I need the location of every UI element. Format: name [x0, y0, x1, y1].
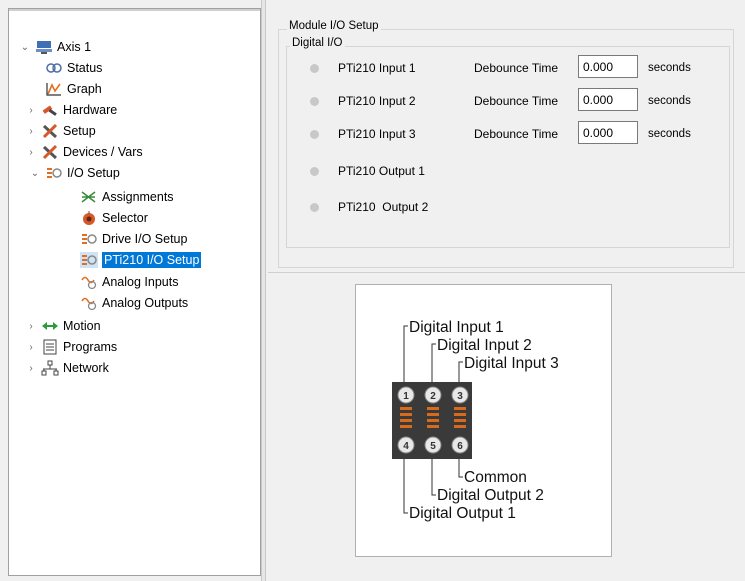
tree-item-label: PTi210 I/O Setup: [102, 252, 202, 268]
common-leader-line: [458, 457, 463, 478]
panel-splitter[interactable]: [261, 0, 266, 581]
graph-icon: [45, 81, 63, 97]
tree-item-axis-1[interactable]: ⌄ Axis 1: [19, 37, 91, 57]
status-icon: [45, 60, 63, 76]
tree-item-label: Drive I/O Setup: [102, 232, 188, 246]
tree-item-label: Analog Inputs: [102, 275, 179, 289]
input-2-unit-label: seconds: [648, 95, 691, 107]
pin-6-number: 6: [457, 441, 463, 452]
output-1-led-icon: [310, 167, 319, 176]
input-2-label: PTi210 Input 2: [338, 94, 416, 108]
chevron-right-icon[interactable]: ›: [25, 105, 37, 116]
pti210-io-icon: [80, 252, 98, 268]
chevron-right-icon[interactable]: ›: [25, 342, 37, 353]
module-io-title: Module I/O Setup: [287, 20, 381, 32]
network-icon: [41, 360, 59, 376]
pin-3-number: 3: [457, 391, 463, 402]
tree-item-label: Setup: [63, 124, 96, 138]
tree-item-programs[interactable]: › Programs: [29, 337, 118, 357]
output-2-label: PTi210 Output 2: [338, 200, 429, 214]
label-digital-output-1: Digital Output 1: [409, 505, 516, 522]
input-1-debounce-field[interactable]: [578, 55, 638, 78]
tree-item-label: Axis 1: [57, 40, 92, 54]
tree-item-analog-inputs[interactable]: Analog Inputs: [80, 272, 178, 292]
output-1-label: PTi210 Output 1: [338, 164, 425, 178]
setup-icon: [41, 123, 59, 139]
tree-item-motion[interactable]: › Motion: [29, 316, 101, 336]
tree-item-label: Selector: [102, 211, 148, 225]
input-1-label: PTi210 Input 1: [338, 61, 416, 75]
tree-item-setup[interactable]: › Setup: [29, 121, 96, 141]
assignments-icon: [80, 189, 98, 205]
tree-item-label: Programs: [63, 340, 118, 354]
tree-item-drive-io-setup[interactable]: Drive I/O Setup: [80, 229, 187, 249]
tree-item-label: Graph: [67, 82, 102, 96]
tree-item-io-setup[interactable]: ⌄ I/O Setup: [29, 163, 120, 183]
tree-item-label: Hardware: [63, 103, 118, 117]
input-2-led-icon: [310, 97, 319, 106]
tree-item-analog-outputs[interactable]: Analog Outputs: [80, 293, 188, 313]
input-2-debounce-field[interactable]: [578, 88, 638, 111]
tree-item-label: Devices / Vars: [63, 145, 143, 159]
selector-icon: [80, 210, 98, 226]
input-1-unit-label: seconds: [648, 62, 691, 74]
analog-inputs-icon: [80, 274, 98, 290]
chevron-right-icon[interactable]: ›: [25, 363, 37, 374]
tree-item-status[interactable]: Status: [45, 58, 102, 78]
hardware-icon: [41, 102, 59, 118]
tree-item-pti210-io-setup[interactable]: PTi210 I/O Setup: [80, 250, 202, 270]
input-1-led-icon: [310, 64, 319, 73]
tree-item-assignments[interactable]: Assignments: [80, 187, 174, 207]
input-2-debounce-label: Debounce Time: [474, 94, 559, 108]
chevron-down-icon[interactable]: ⌄: [29, 168, 41, 179]
input-3-led-icon: [310, 130, 319, 139]
programs-icon: [41, 339, 59, 355]
label-digital-input-2: Digital Input 2: [437, 337, 532, 354]
devices-icon: [41, 144, 59, 160]
chevron-right-icon[interactable]: ›: [25, 126, 37, 137]
pin-4-number: 4: [403, 441, 409, 452]
tree-item-label: Analog Outputs: [102, 296, 189, 310]
input-3-label: PTi210 Input 3: [338, 127, 416, 141]
tree-item-selector[interactable]: Selector: [80, 208, 148, 228]
axis-icon: [35, 39, 53, 55]
analog-outputs-icon: [80, 295, 98, 311]
tree-item-label: Motion: [63, 319, 101, 333]
label-digital-output-2: Digital Output 2: [437, 487, 544, 504]
output-2-led-icon: [310, 203, 319, 212]
label-digital-input-1: Digital Input 1: [409, 319, 504, 336]
tree-item-label: I/O Setup: [67, 166, 120, 180]
tree-panel: ⌄ Axis 1 Status Graph › Hardware › Setup: [8, 8, 261, 576]
input-1-debounce-label: Debounce Time: [474, 61, 559, 75]
digital-io-groupbox: [286, 46, 730, 248]
motion-icon: [41, 318, 59, 334]
label-common: Common: [464, 469, 527, 486]
drive-io-icon: [80, 231, 98, 247]
pin-5-number: 5: [430, 441, 436, 452]
out1-leader-line: [403, 457, 408, 514]
tree-item-hardware[interactable]: › Hardware: [29, 100, 118, 120]
out2-leader-line: [431, 457, 436, 496]
tree-item-network[interactable]: › Network: [29, 358, 109, 378]
chevron-down-icon[interactable]: ⌄: [19, 42, 31, 53]
pin-2-number: 2: [430, 391, 436, 402]
input-3-debounce-label: Debounce Time: [474, 127, 559, 141]
input-3-debounce-field[interactable]: [578, 121, 638, 144]
chevron-right-icon[interactable]: ›: [25, 147, 37, 158]
input-3-unit-label: seconds: [648, 128, 691, 140]
pti210-wiring-diagram: 1 2 3 4 5 6 Digital Input 1 Digital Inpu…: [355, 284, 612, 557]
chevron-right-icon[interactable]: ›: [25, 321, 37, 332]
io-setup-icon: [45, 165, 63, 181]
tree-item-graph[interactable]: Graph: [45, 79, 102, 99]
tree-item-label: Network: [63, 361, 109, 375]
tree-item-label: Status: [67, 61, 103, 75]
in1-leader-line: [403, 325, 408, 389]
pin-1-number: 1: [403, 391, 409, 402]
tree-top-border: [9, 9, 260, 11]
tree-item-label: Assignments: [102, 190, 174, 204]
tree-item-devices-vars[interactable]: › Devices / Vars: [29, 142, 143, 162]
digital-io-title: Digital I/O: [290, 37, 345, 49]
module-io-panel: Module I/O Setup Digital I/O PTi210 Inpu…: [268, 0, 745, 272]
label-digital-input-3: Digital Input 3: [464, 355, 559, 372]
